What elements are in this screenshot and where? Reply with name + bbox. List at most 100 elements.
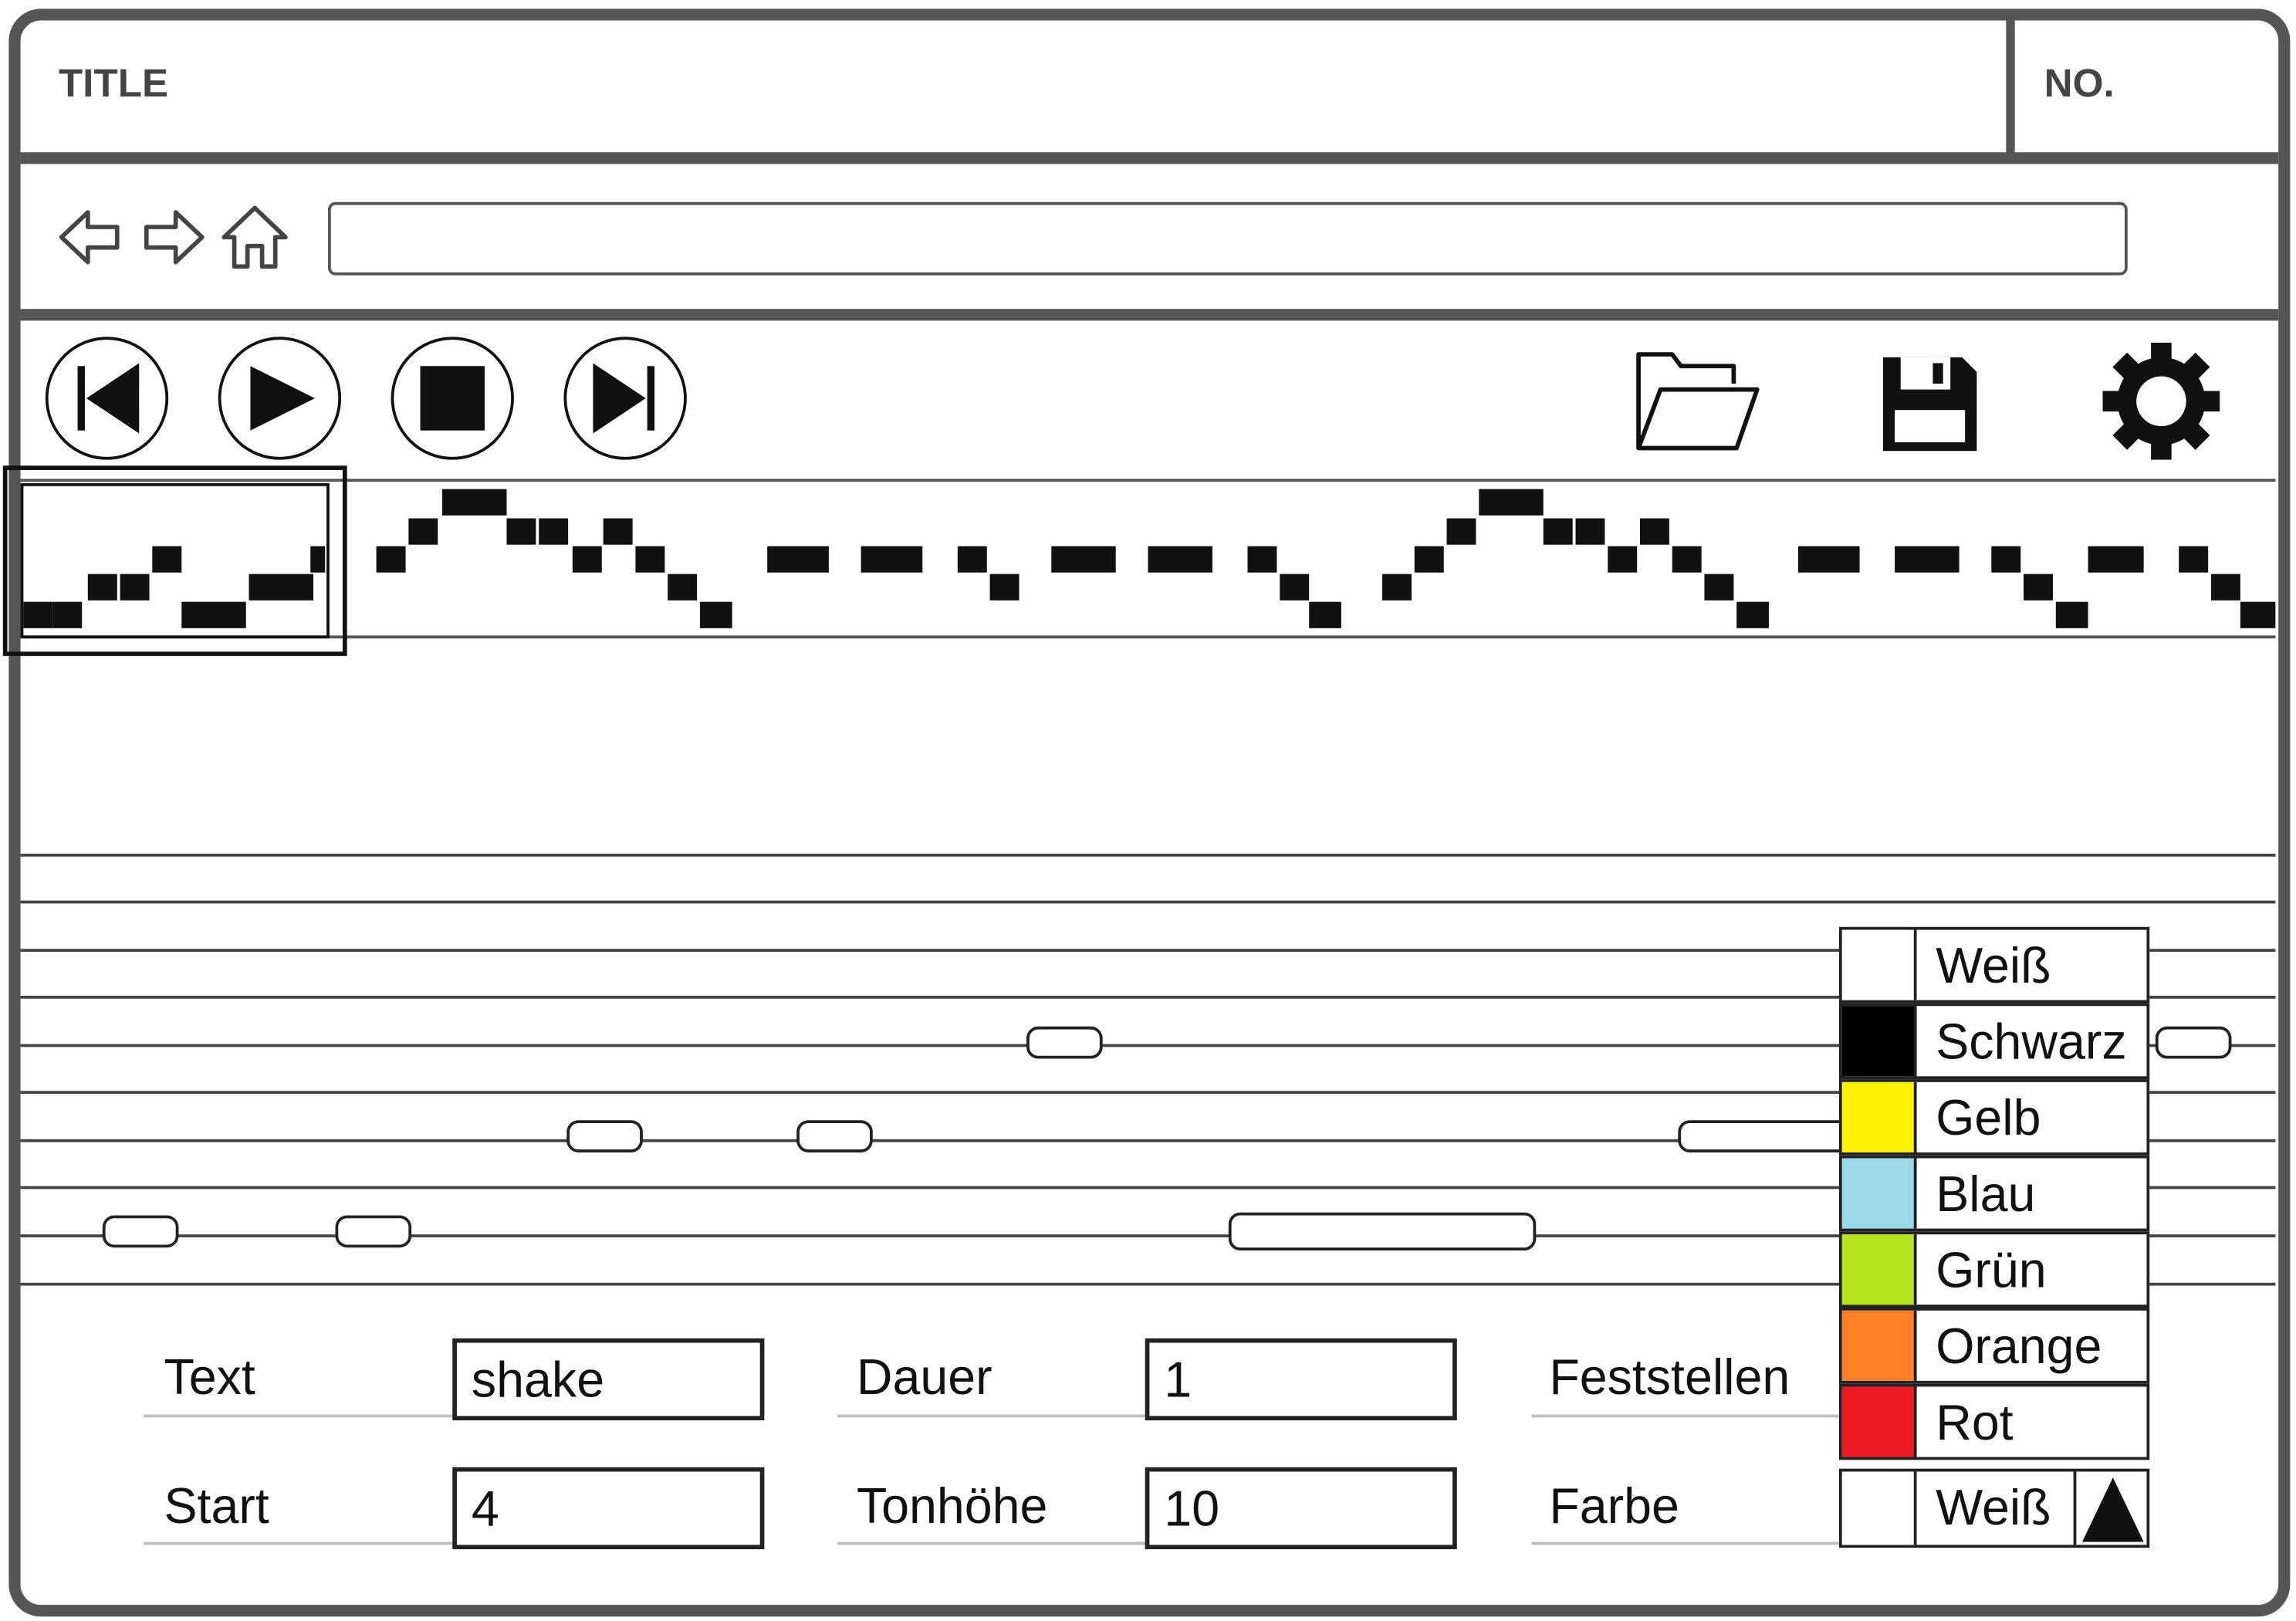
color-select[interactable]: Weiß [1839,1468,2150,1548]
color-option-ffffff[interactable]: Weiß [1839,926,2150,1003]
skip-forward-button[interactable] [563,337,687,460]
overview-note-block [1797,546,1860,573]
color-option-label: Blau [1936,1166,2036,1223]
color-swatch [1841,1310,1917,1381]
overview-note-block [376,546,406,573]
skip-back-button[interactable] [45,337,169,460]
feststellen-label: Feststellen [1549,1350,1790,1406]
overview-note-block [2055,601,2088,628]
overview-note-block [767,546,829,573]
overview-note-block [1051,546,1116,573]
color-option-label: Weiß [1936,938,2051,995]
overview-note-block [1446,518,1476,545]
note-block[interactable] [566,1120,643,1152]
note-block[interactable] [2155,1026,2232,1059]
address-bar[interactable] [327,201,2128,276]
note-block[interactable] [335,1215,412,1248]
farbe-label-underline [1531,1541,1842,1545]
overview-note-block [1247,546,1277,573]
note-block[interactable] [796,1120,873,1152]
gear-icon[interactable] [2102,342,2220,460]
overview-viewport-selector[interactable] [2,465,347,656]
dauer-label: Dauer [856,1350,992,1406]
overview-note-block [2088,546,2144,573]
color-option-label: Orange [1936,1319,2102,1376]
overview-note-block [1672,546,1702,573]
play-icon [250,366,315,431]
arrow-left-icon[interactable] [59,208,123,266]
song-overview[interactable] [21,482,2276,635]
overview-note-block [699,601,732,628]
note-block[interactable] [1228,1212,1537,1251]
overview-note-block [1280,574,1310,601]
tonhoehe-label-underline [837,1541,1148,1545]
save-icon[interactable] [1877,351,1983,457]
note-block[interactable] [1026,1026,1103,1059]
folder-open-icon[interactable] [1632,346,1767,457]
skip-forward-icon [593,363,655,434]
color-swatch [1841,929,1917,1000]
overview-note-block [506,518,536,545]
play-button[interactable] [218,337,342,460]
dauer-input[interactable]: 1 [1145,1338,1457,1421]
color-option-fff200[interactable]: Gelb [1839,1079,2150,1156]
overview-note-block [2210,574,2240,601]
feststellen-label-underline [1531,1414,1842,1418]
color-swatch [1841,1234,1917,1305]
overview-bottom-line [20,635,2276,639]
overview-note-block [1148,546,1212,573]
overview-note-block [1704,574,1734,601]
note-block[interactable] [1678,1120,1854,1152]
tonhoehe-input[interactable]: 10 [1145,1467,1457,1550]
color-swatch [1841,1386,1917,1457]
arrow-right-icon[interactable] [140,208,205,266]
overview-note-block [1608,546,1638,573]
overview-note-block [539,518,569,545]
home-icon[interactable] [220,202,290,272]
note-block[interactable] [102,1215,179,1248]
color-option-99d9ea[interactable]: Blau [1839,1155,2150,1232]
title-divider [2006,20,2015,156]
overview-note-block [1575,518,1605,545]
overview-note-block [861,546,923,573]
overview-note-block [1309,601,1341,628]
title-bar-separator [20,152,2279,164]
window-title: TITLE [58,61,169,106]
start-input[interactable]: 4 [452,1467,765,1550]
selected-color-swatch [1841,1471,1917,1545]
color-swatch [1841,1006,1917,1077]
color-swatch [1841,1158,1917,1229]
viewport-inner-frame [20,483,330,639]
overview-note-block [441,489,507,516]
color-option-000000[interactable]: Schwarz [1839,1003,2150,1080]
start-label: Start [164,1478,269,1535]
overview-note-block [2240,601,2276,628]
start-label-underline [143,1541,455,1545]
tonhoehe-label: Tonhöhe [856,1478,1048,1535]
farbe-label: Farbe [1549,1478,1679,1535]
overview-note-block [1479,489,1544,516]
dauer-label-underline [837,1414,1148,1418]
text-label-underline [143,1414,455,1418]
overview-note-block [1543,518,1573,545]
overview-note-block [408,518,438,545]
stop-icon [420,366,485,431]
dropdown-arrow-icon[interactable] [2076,1471,2149,1545]
overview-note-block [668,574,698,601]
color-swatch [1841,1081,1917,1152]
color-option-label: Grün [1936,1243,2047,1299]
text-input[interactable]: shake [452,1338,765,1421]
color-option-label: Schwarz [1936,1014,2127,1071]
overview-note-block [1414,546,1444,573]
overview-note-block [2179,546,2209,573]
overview-note-block [1895,546,1960,573]
overview-note-block [572,546,602,573]
color-option-b5e61d[interactable]: Grün [1839,1231,2150,1308]
overview-note-block [635,546,665,573]
color-option-ff7f27[interactable]: Orange [1839,1308,2150,1384]
overview-note-block [957,546,987,573]
color-option-ed1c24[interactable]: Rot [1839,1383,2150,1460]
overview-note-block [603,518,633,545]
stop-button[interactable] [391,337,514,460]
overview-note-block [1382,574,1412,601]
